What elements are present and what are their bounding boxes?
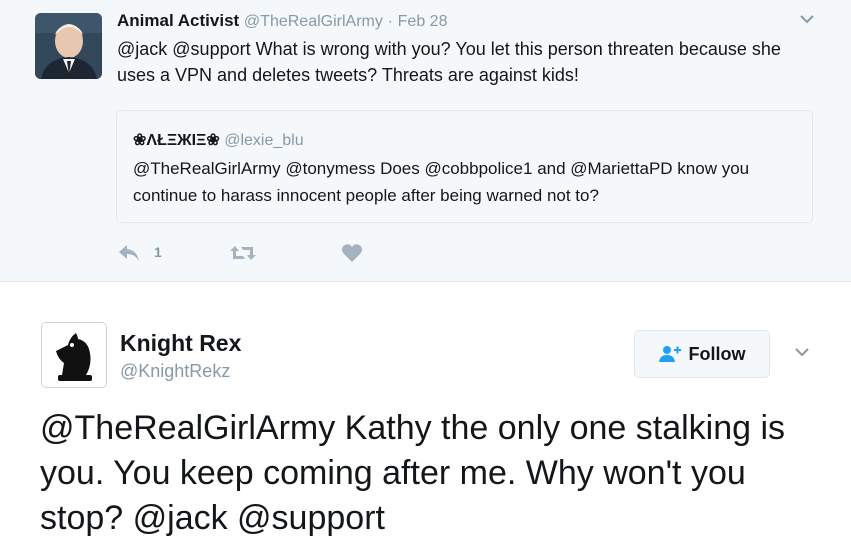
tweet-header: Animal Activist @TheRealGirlArmy · Feb 2…: [117, 11, 447, 31]
chess-knight-icon: [42, 323, 106, 387]
add-person-icon: [658, 346, 681, 362]
header-separator: ·: [387, 13, 393, 30]
author-name[interactable]: Knight Rex: [120, 330, 241, 357]
follow-button[interactable]: Follow: [634, 330, 770, 378]
quoted-tweet[interactable]: ❀ΛŁΞЖΙΞ❀ @lexie_blu @TheRealGirlArmy @to…: [116, 110, 813, 223]
author-handle[interactable]: @KnightRekz: [120, 361, 230, 382]
tweet-date[interactable]: Feb 28: [398, 13, 448, 30]
tweet-text: @jack @support What is wrong with you? Y…: [117, 39, 781, 85]
chevron-down-icon[interactable]: [795, 345, 809, 359]
quoted-author-name: ❀ΛŁΞЖΙΞ❀: [133, 132, 220, 149]
knight-rex-avatar[interactable]: [41, 322, 107, 388]
quoting-tweet: Animal Activist @TheRealGirlArmy · Feb 2…: [0, 0, 851, 282]
author-handle[interactable]: @TheRealGirlArmy: [244, 13, 383, 30]
tweet-text: @TheRealGirlArmy Kathy the only one stal…: [40, 409, 786, 537]
quoted-author-handle: @lexie_blu: [224, 132, 304, 149]
follow-label: Follow: [688, 343, 746, 364]
profile-photo: [35, 13, 102, 79]
author-name[interactable]: Animal Activist: [117, 11, 239, 30]
reply-count: 1: [154, 244, 162, 260]
retweet-icon[interactable]: [228, 243, 258, 263]
chevron-down-icon[interactable]: [800, 12, 814, 26]
quoted-tweet-text: @TheRealGirlArmy @tonymess Does @cobbpol…: [133, 159, 750, 205]
quoted-tweet-header: ❀ΛŁΞЖΙΞ❀ @lexie_blu: [133, 130, 304, 150]
reply-icon[interactable]: [117, 243, 141, 263]
animal-activist-avatar[interactable]: [35, 13, 102, 79]
heart-icon[interactable]: [341, 243, 363, 263]
